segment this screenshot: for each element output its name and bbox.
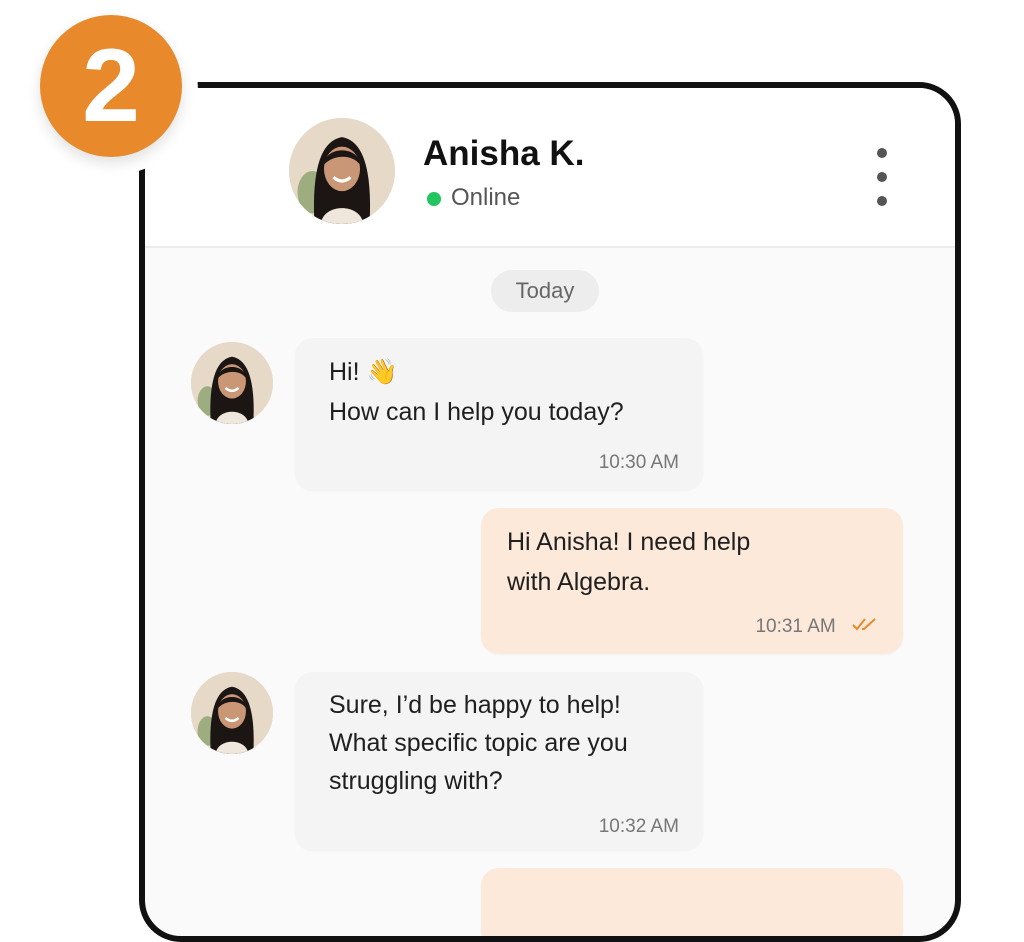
step-badge: 2	[40, 15, 182, 157]
avatar-portrait	[289, 118, 395, 224]
avatar-portrait	[191, 672, 273, 754]
message-line: Sure, I’d be happy to help!	[329, 691, 621, 719]
message-text: Hi Anisha! I need help with Algebra.	[507, 522, 883, 602]
message-time: 10:32 AM	[598, 816, 679, 837]
message-avatar[interactable]	[191, 342, 273, 424]
contact-name: Anisha K.	[423, 134, 585, 173]
message-time-row: 10:31 AM	[755, 616, 879, 638]
message-line: struggling with?	[329, 767, 503, 795]
avatar-portrait	[191, 342, 273, 424]
more-vertical-icon[interactable]	[867, 148, 897, 206]
message-bubble-outgoing[interactable]: Hi Anisha! I need help with Algebra. 10:…	[481, 508, 903, 654]
message-time: 10:30 AM	[598, 452, 679, 473]
message-text: Sure, I’d be happy to help! What specifi…	[329, 686, 683, 800]
chat-header: Anisha K. Online	[145, 88, 955, 248]
double-check-icon	[851, 616, 879, 638]
contact-status: Online	[451, 184, 521, 211]
message-line: with Algebra.	[507, 568, 651, 596]
message-avatar[interactable]	[191, 672, 273, 754]
message-line: Hi Anisha! I need help	[507, 528, 751, 556]
message-bubble-incoming[interactable]: Hi! 👋 How can I help you today? 10:30 AM	[295, 338, 703, 490]
message-text: Hi! 👋 How can I help you today?	[329, 352, 683, 432]
message-line: How can I help you today?	[329, 398, 624, 426]
online-status-icon	[427, 192, 441, 206]
message-time: 10:31 AM	[755, 616, 836, 637]
contact-avatar[interactable]	[289, 118, 395, 224]
date-divider: Today	[491, 270, 599, 312]
message-bubble-incoming[interactable]: Sure, I’d be happy to help! What specifi…	[295, 672, 703, 850]
phone-frame: Anisha K. Online Today Hi! 👋 How can I h…	[139, 82, 961, 942]
message-bubble-outgoing[interactable]	[481, 868, 903, 936]
message-line: Hi! 👋	[329, 358, 398, 386]
message-line: What specific topic are you	[329, 729, 628, 757]
